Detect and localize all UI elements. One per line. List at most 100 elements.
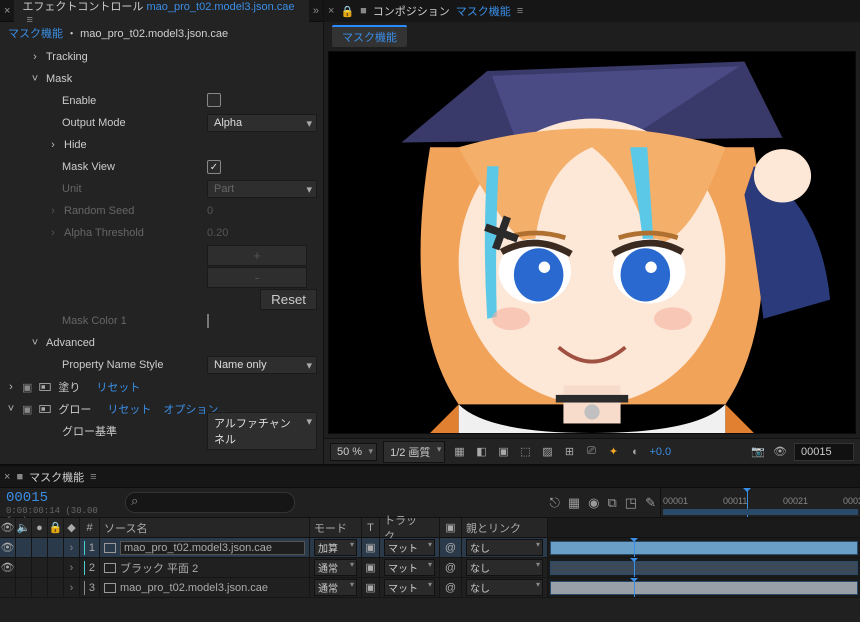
parent-pickwhip[interactable]: @	[440, 558, 462, 577]
layer-name-cell[interactable]: ブラック 平面 2	[100, 558, 310, 577]
chevron-down-icon[interactable]: ˅	[30, 73, 40, 85]
parent-cell[interactable]: なし	[462, 558, 548, 577]
lock-icon[interactable]: 🔒	[340, 5, 354, 18]
chevron-right-icon[interactable]: ›	[6, 381, 16, 393]
visibility-toggle[interactable]: 👁	[0, 558, 16, 577]
visibility-toggle[interactable]: 👁	[0, 538, 16, 557]
audio-toggle[interactable]	[16, 538, 32, 557]
expand-chevron[interactable]: ›	[64, 578, 80, 597]
graph-editor-icon[interactable]: ⧉	[608, 495, 617, 511]
audio-toggle[interactable]	[16, 578, 32, 597]
fx-fill-row[interactable]: › ▣ 塗り リセット	[6, 376, 317, 398]
fill-reset-link[interactable]: リセット	[96, 379, 140, 395]
transparency-icon[interactable]: ▨	[539, 445, 555, 458]
parent-select[interactable]: なし	[466, 579, 543, 596]
col-parent[interactable]: 親とリンク	[462, 518, 548, 537]
col-solo[interactable]: ●	[32, 518, 48, 537]
parent-cell[interactable]: なし	[462, 578, 548, 597]
fx-switch-icon[interactable]: ▣	[22, 403, 32, 416]
pname-style-select[interactable]: Name only	[207, 356, 317, 374]
track-matte-select[interactable]: マット	[384, 579, 435, 596]
blend-mode-select[interactable]: 通常	[314, 559, 357, 576]
search-input[interactable]	[125, 492, 295, 513]
col-audio[interactable]: 🔈	[16, 518, 32, 537]
parent-cell[interactable]: なし	[462, 538, 548, 557]
blend-mode-cell[interactable]: 加算	[310, 538, 362, 557]
layer-row[interactable]: 👁 › 1 mao_pro_t02.model3.json.cae 加算 ▣ マ…	[0, 538, 860, 558]
work-area-bar[interactable]	[663, 509, 858, 515]
chevron-right-icon[interactable]: ›	[48, 139, 58, 151]
track-matte-select[interactable]: マット	[384, 539, 435, 556]
panel-menu-icon[interactable]: ≡	[517, 5, 523, 17]
layer-name[interactable]: mao_pro_t02.model3.json.cae	[120, 541, 305, 555]
layer-name-cell[interactable]: mao_pro_t02.model3.json.cae	[100, 538, 310, 557]
preserve-transparency[interactable]: ▣	[362, 578, 380, 597]
audio-toggle[interactable]	[16, 558, 32, 577]
parent-pickwhip[interactable]: @	[440, 578, 462, 597]
output-mode-select[interactable]: Alpha	[207, 114, 317, 132]
close-icon[interactable]: ×	[4, 5, 10, 17]
close-icon[interactable]: ×	[4, 471, 10, 483]
snapshot-icon[interactable]: 📷	[750, 445, 766, 458]
col-lock[interactable]: 🔒	[48, 518, 64, 537]
enable-checkbox[interactable]	[207, 93, 221, 107]
blend-mode-cell[interactable]: 通常	[310, 558, 362, 577]
expressions-icon[interactable]: ✎	[645, 495, 656, 511]
visibility-toggle[interactable]	[0, 578, 16, 597]
mask-icon[interactable]: ▣	[495, 445, 511, 458]
col-label[interactable]: ◆	[64, 518, 80, 537]
fx-advanced-row[interactable]: ˅ Advanced	[6, 332, 317, 354]
layer-row[interactable]: › 3 mao_pro_t02.model3.json.cae 通常 ▣ マット…	[0, 578, 860, 598]
layer-row[interactable]: 👁 › 2 ブラック 平面 2 通常 ▣ マット @ なし	[0, 558, 860, 578]
close-icon[interactable]: ×	[328, 5, 334, 17]
mask-color-swatch[interactable]	[207, 314, 209, 328]
fx-tracking-row[interactable]: › Tracking	[6, 46, 317, 68]
solo-toggle[interactable]	[32, 578, 48, 597]
current-frame[interactable]: 00015	[6, 490, 119, 506]
chevron-right-icon[interactable]: ›	[30, 51, 40, 63]
zoom-select[interactable]: 50 %	[330, 443, 377, 461]
fx-switch-icon[interactable]: ▣	[22, 381, 32, 394]
color-management-icon[interactable]: ✦	[605, 445, 621, 458]
reset-button[interactable]: Reset	[260, 289, 317, 310]
layer-name-cell[interactable]: mao_pro_t02.model3.json.cae	[100, 578, 310, 597]
fx-mask-row[interactable]: ˅ Mask	[6, 68, 317, 90]
mask-view-checkbox[interactable]	[207, 160, 221, 174]
layer-bar[interactable]	[550, 541, 858, 555]
quality-select[interactable]: 1/2 画質	[383, 441, 445, 463]
timeline-tab-label[interactable]: マスク機能	[29, 469, 84, 485]
col-switches[interactable]: ▣	[440, 518, 462, 537]
motion-blur-icon[interactable]: ◉	[588, 495, 599, 511]
draft3d-icon[interactable]: ◳	[625, 495, 637, 511]
panel-menu-icon[interactable]: ≡	[90, 471, 96, 483]
guides-icon[interactable]: ⊞	[561, 445, 577, 458]
preserve-transparency[interactable]: ▣	[362, 538, 380, 557]
subheader-comp-link[interactable]: マスク機能	[8, 28, 63, 40]
chevron-down-icon[interactable]: ˅	[30, 337, 40, 349]
track-area[interactable]	[548, 578, 860, 597]
preserve-transparency[interactable]: ▣	[362, 558, 380, 577]
comp-sub-tab[interactable]: マスク機能	[332, 25, 407, 47]
layer-bar[interactable]	[550, 581, 858, 595]
track-matte-cell[interactable]: マット	[380, 578, 440, 597]
track-matte-cell[interactable]: マット	[380, 558, 440, 577]
lock-toggle[interactable]	[48, 558, 64, 577]
col-number[interactable]: #	[80, 518, 100, 537]
col-track-matte[interactable]: トラック...	[380, 518, 440, 537]
blend-mode-cell[interactable]: 通常	[310, 578, 362, 597]
channel-icon[interactable]: ◧	[473, 445, 489, 458]
shy-icon[interactable]: ⎋	[550, 495, 560, 511]
chevron-down-icon[interactable]: ˅	[6, 403, 16, 415]
track-area[interactable]	[548, 538, 860, 557]
time-display[interactable]: 00015 0:00:00:14 (30.00 fps)	[0, 488, 125, 517]
layer-bar[interactable]	[550, 561, 858, 575]
col-mode[interactable]: モード	[310, 518, 362, 537]
solo-toggle[interactable]	[32, 538, 48, 557]
track-matte-select[interactable]: マット	[384, 559, 435, 576]
parent-select[interactable]: なし	[466, 539, 543, 556]
preview-canvas[interactable]	[328, 51, 856, 434]
col-visibility[interactable]: 👁	[0, 518, 16, 537]
parent-select[interactable]: なし	[466, 559, 543, 576]
time-ruler[interactable]: 00001 00011 00021 00031	[660, 488, 860, 517]
col-source-name[interactable]: ソース名	[100, 518, 310, 537]
